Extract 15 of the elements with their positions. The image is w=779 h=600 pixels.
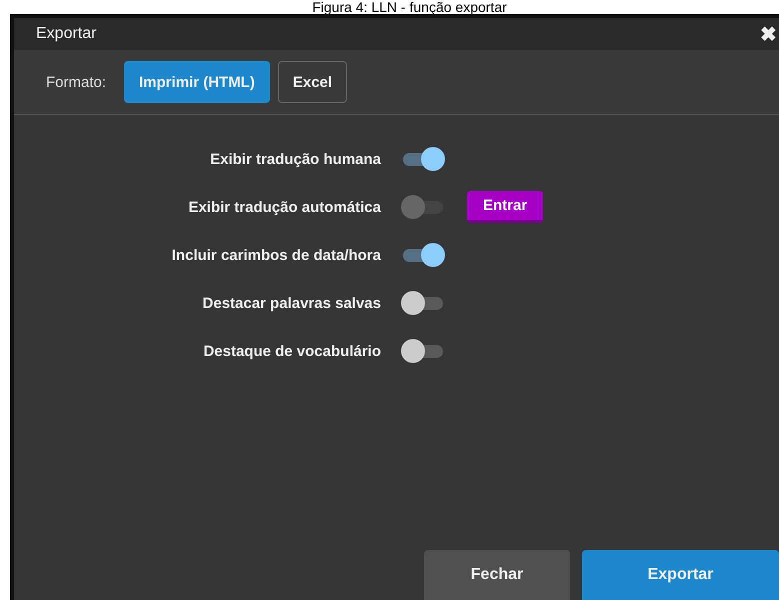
toggle-switch[interactable] — [401, 290, 445, 316]
toggle-switch[interactable] — [401, 146, 445, 172]
window-title: Exportar — [36, 25, 96, 43]
format-tab[interactable]: Excel — [278, 61, 348, 103]
option-label: Destaque de vocabulário — [202, 342, 381, 360]
option-label: Destacar palavras salvas — [202, 294, 381, 312]
format-label: Formato: — [46, 74, 106, 90]
toggle-switch[interactable] — [401, 338, 445, 364]
figure-caption: Figura 4: LLN - função exportar — [311, 0, 508, 14]
close-button[interactable]: ✖ — [758, 22, 779, 46]
toggle-switch[interactable] — [401, 242, 445, 268]
option-label: Exibir tradução automática — [187, 198, 381, 216]
close-dialog-button[interactable]: Fechar — [424, 550, 570, 600]
option-label: Exibir tradução humana — [209, 150, 381, 168]
option-label: Incluir carimbos de data/hora — [170, 246, 381, 264]
